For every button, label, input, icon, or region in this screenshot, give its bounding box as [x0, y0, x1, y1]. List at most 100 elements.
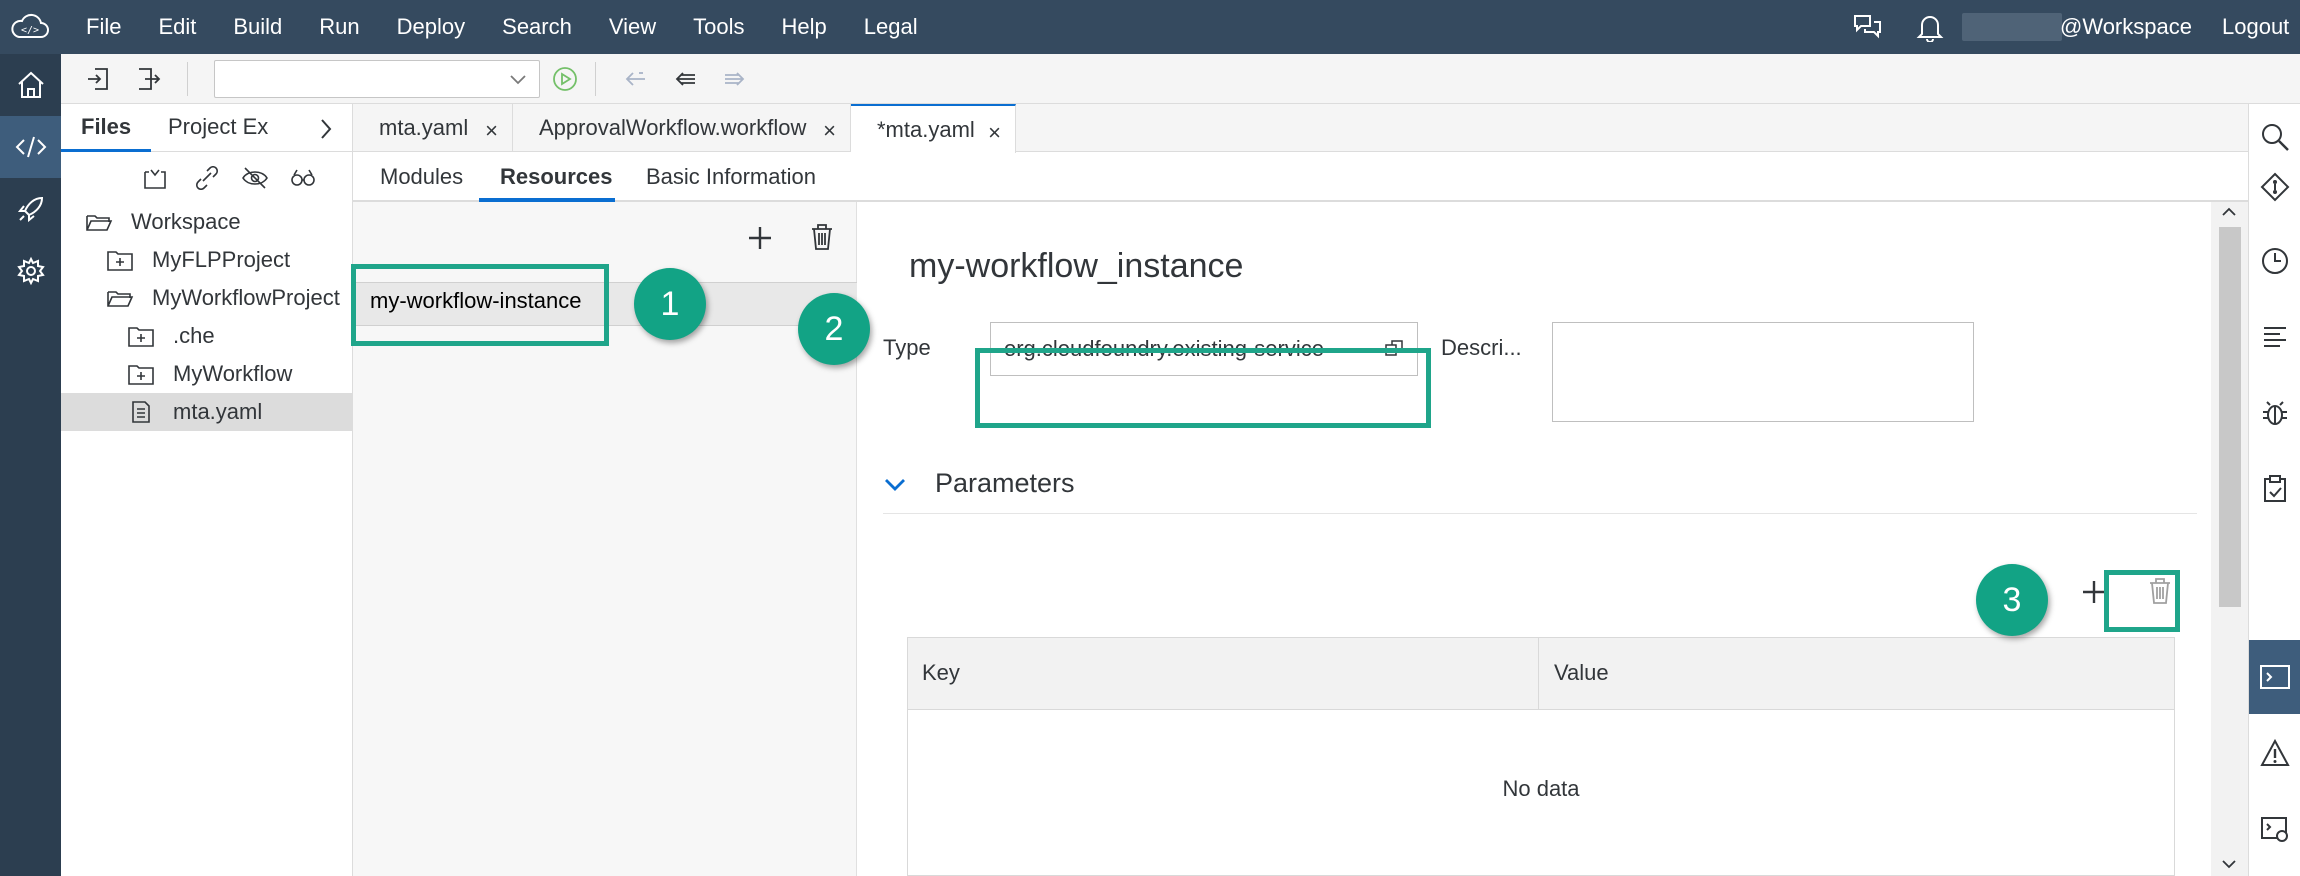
file-tree-toolbar [61, 152, 353, 200]
folder-open-icon [107, 291, 134, 307]
deploy-button[interactable] [0, 178, 61, 240]
svg-text:</>: </> [21, 25, 39, 36]
main-toolbar [61, 54, 2300, 104]
description-textarea[interactable] [1552, 322, 1974, 422]
menu-tools[interactable]: Tools [693, 14, 744, 40]
menu-legal[interactable]: Legal [864, 14, 918, 40]
menu-help[interactable]: Help [782, 14, 827, 40]
type-field-highlight [975, 348, 1431, 428]
close-icon[interactable]: × [485, 118, 498, 144]
tab-basic-information[interactable]: Basic Information [646, 164, 816, 190]
tree-item-workspace[interactable]: Workspace [61, 203, 353, 241]
gear-icon [16, 256, 45, 286]
settings-button[interactable] [0, 240, 61, 302]
scrollbar-thumb[interactable] [2219, 227, 2241, 607]
navigate-back-to-last-edit-icon[interactable] [621, 66, 649, 92]
console-button[interactable] [2249, 640, 2300, 714]
editor-tab-mta-yaml-modified[interactable]: *mta.yaml × [851, 104, 1016, 153]
development-button[interactable] [0, 116, 61, 178]
history-button[interactable] [2249, 234, 2300, 288]
search-icon [2262, 124, 2289, 151]
menu-view[interactable]: View [609, 14, 656, 40]
cloud-logo-icon[interactable]: </> [8, 10, 52, 44]
navigate-back-icon[interactable] [671, 66, 699, 92]
menu-deploy[interactable]: Deploy [397, 14, 465, 40]
column-header-value: Value [1554, 660, 1609, 685]
import-icon[interactable] [85, 66, 113, 92]
outline-button[interactable] [2249, 310, 2300, 364]
glasses-icon[interactable] [289, 166, 317, 190]
file-panel-tabs: Files Project Explorer [61, 104, 353, 152]
chat-icon[interactable] [1852, 12, 1882, 42]
outline-list-icon [2264, 327, 2286, 347]
tree-item-label: MyWorkflowProject [152, 285, 340, 310]
menu-edit[interactable]: Edit [158, 14, 196, 40]
tree-item-myworkflowproject[interactable]: MyWorkflowProject [61, 279, 353, 317]
collapse-all-icon[interactable] [141, 166, 169, 190]
tree-item-che[interactable]: .che [61, 317, 353, 355]
hide-hidden-files-icon[interactable] [241, 166, 269, 190]
menu-run[interactable]: Run [319, 14, 359, 40]
tab-modules[interactable]: Modules [380, 164, 463, 190]
left-activity-bar [0, 54, 61, 876]
tab-files[interactable]: Files [61, 104, 152, 152]
resource-item-highlight[interactable]: my-workflow-instance [351, 264, 609, 346]
resource-detail-panel: my-workflow_instance Type org.cloudfound… [857, 202, 2211, 876]
run-console-button[interactable] [2249, 802, 2300, 856]
tab-project-explorer[interactable]: Project Explorer [168, 114, 268, 140]
add-resource-icon[interactable] [746, 224, 774, 252]
vertical-scrollbar[interactable] [2211, 202, 2248, 876]
menu-search[interactable]: Search [502, 14, 572, 40]
tree-item-myworkflow[interactable]: MyWorkflow [61, 355, 353, 393]
tab-resources[interactable]: Resources [500, 164, 613, 190]
notification-bell-icon[interactable] [1916, 12, 1944, 42]
column-separator [1538, 638, 1539, 710]
user-workspace-label[interactable]: @Workspace [2060, 14, 2192, 40]
close-icon[interactable]: × [823, 118, 836, 144]
debugger-button[interactable] [2249, 386, 2300, 440]
run-configuration-select[interactable] [214, 60, 540, 98]
user-name-redacted [1962, 13, 2062, 41]
tree-item-mta-yaml[interactable]: mta.yaml [61, 393, 353, 431]
tree-item-myflpproject[interactable]: MyFLPProject [61, 241, 353, 279]
problems-button[interactable] [2249, 726, 2300, 780]
delete-resource-icon[interactable] [809, 222, 835, 252]
close-icon[interactable]: × [988, 120, 1001, 146]
logout-link[interactable]: Logout [2222, 14, 2289, 40]
folder-closed-icon [107, 251, 133, 271]
rocket-icon [17, 196, 43, 223]
editor-tab-approval-workflow[interactable]: ApprovalWorkflow.workflow × [513, 104, 851, 152]
git-button[interactable] [2249, 160, 2300, 214]
empty-table-message: No data [1502, 776, 1580, 801]
editor-tab-mta-yaml[interactable]: mta.yaml × [353, 104, 513, 152]
tasks-button[interactable] [2249, 462, 2300, 516]
folder-open-icon [86, 215, 113, 231]
search-button[interactable] [2249, 110, 2300, 164]
scroll-up-icon[interactable] [2221, 206, 2237, 218]
scroll-down-icon[interactable] [2221, 858, 2237, 870]
tree-item-label: mta.yaml [173, 399, 263, 424]
home-button[interactable] [0, 54, 61, 116]
tree-item-label: MyWorkflow [173, 361, 293, 386]
table-header: Key Value [908, 638, 2174, 710]
parameters-section-header[interactable]: Parameters [883, 464, 2197, 514]
link-with-editor-icon[interactable] [193, 166, 221, 190]
description-label: Descri... [1441, 335, 1522, 360]
run-icon[interactable] [551, 66, 579, 92]
navigate-forward-icon[interactable] [721, 66, 749, 92]
bug-icon [2263, 401, 2287, 425]
callout-badge-3: 3 [1976, 564, 2048, 636]
callout-badge-2: 2 [798, 293, 870, 365]
editor-area: mta.yaml × ApprovalWorkflow.workflow × *… [353, 104, 2248, 876]
menu-build[interactable]: Build [233, 14, 282, 40]
type-label: Type [883, 335, 931, 360]
clipboard-check-icon [2264, 475, 2286, 502]
export-icon[interactable] [135, 66, 163, 92]
menu-file[interactable]: File [86, 14, 121, 40]
editor-tabs: mta.yaml × ApprovalWorkflow.workflow × *… [353, 104, 2248, 153]
git-icon [2260, 172, 2290, 202]
clock-icon [2262, 248, 2288, 274]
resource-title: my-workflow_instance [909, 247, 1244, 285]
toolbar-separator [187, 62, 188, 96]
chevron-right-icon[interactable] [319, 118, 333, 140]
